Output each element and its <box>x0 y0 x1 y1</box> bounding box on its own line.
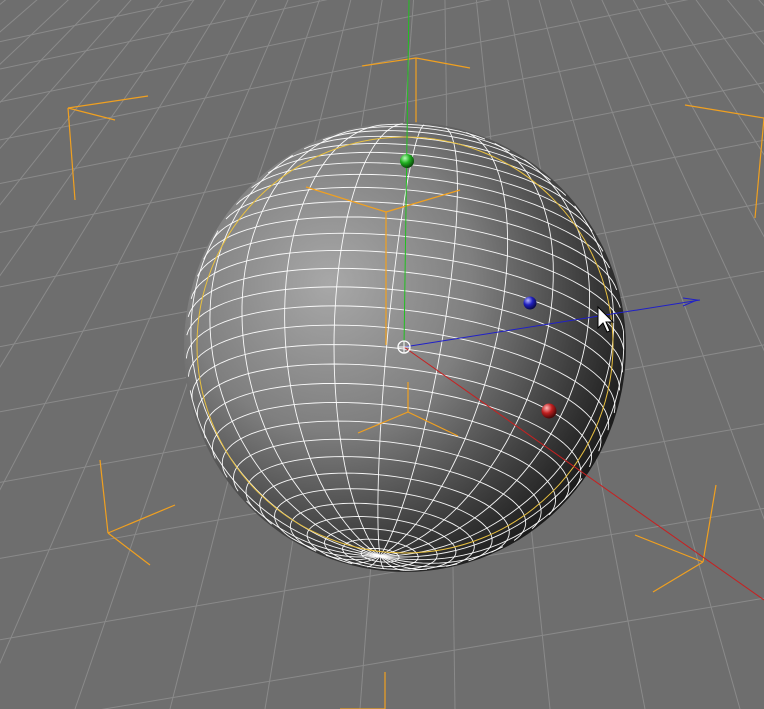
bracket-edge <box>107 504 176 534</box>
grid-line <box>0 0 689 141</box>
bracket-edge <box>67 95 149 109</box>
bracket-edge <box>702 484 717 563</box>
z-axis-handle[interactable] <box>523 296 537 310</box>
bracket-edge <box>415 57 471 69</box>
pivot-icon[interactable] <box>397 340 411 354</box>
grid-line <box>101 597 764 709</box>
perspective-viewport[interactable] <box>0 0 764 709</box>
bracket-edge <box>634 534 704 563</box>
grid-line <box>0 0 492 103</box>
grid-line <box>0 0 195 43</box>
bracket-edge <box>67 107 76 201</box>
x-axis-handle[interactable] <box>541 403 557 419</box>
y-axis-handle[interactable] <box>400 154 414 168</box>
bracket-edge <box>652 561 704 593</box>
grid-line <box>0 0 328 70</box>
bracket-edge <box>107 532 151 566</box>
bracket-edge <box>99 459 109 534</box>
bracket-edge <box>67 107 116 121</box>
viewport-canvas[interactable] <box>0 0 764 709</box>
bracket-edge <box>684 104 764 119</box>
